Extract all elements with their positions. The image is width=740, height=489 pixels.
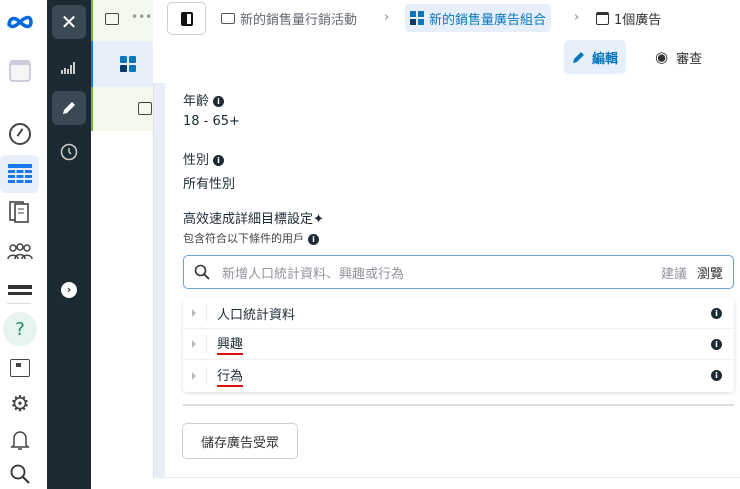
toggle-panel-button[interactable]	[167, 2, 206, 35]
adset-grid-icon	[410, 11, 424, 25]
tree-item-adset[interactable]	[91, 41, 153, 87]
targeting-search-input[interactable]: 新增人口統計資料、興趣或行為 建議 瀏覽	[183, 255, 734, 289]
info-icon[interactable]: i	[711, 307, 722, 319]
info-icon[interactable]: i	[213, 155, 225, 166]
gender-label: 性別 i	[183, 149, 225, 168]
expand-triangle-icon	[192, 340, 196, 348]
breadcrumb-campaign[interactable]: 新的銷售量行銷活動	[221, 6, 357, 30]
meta-logo-icon[interactable]	[6, 8, 34, 36]
adset-grid-icon	[120, 56, 136, 72]
pencil-icon	[572, 52, 584, 63]
expand-triangle-icon	[192, 371, 196, 380]
divider	[183, 404, 734, 406]
save-audience-button[interactable]: 儲存廣告受眾	[182, 423, 298, 459]
category-behaviors[interactable]: 行為 i	[183, 360, 734, 391]
info-icon[interactable]: i	[711, 338, 722, 350]
audience-people-icon[interactable]	[6, 238, 34, 266]
info-icon[interactable]: i	[711, 370, 722, 381]
browse-link[interactable]: 瀏覽	[697, 263, 723, 282]
age-value: 18 - 65+	[183, 114, 240, 129]
close-icon: ✕	[60, 10, 78, 34]
edit-pencil-button[interactable]	[52, 91, 86, 125]
tree-item-campaign[interactable]: •••	[91, 0, 153, 41]
breadcrumb-ads[interactable]: 1個廣告	[596, 6, 661, 30]
chevron-right-icon: ›	[384, 10, 390, 25]
campaign-tree: •••	[91, 0, 153, 489]
close-button[interactable]: ✕	[52, 5, 86, 39]
chart-icon[interactable]	[52, 50, 86, 84]
table-icon[interactable]	[6, 160, 34, 188]
review-button[interactable]: ◉ 審查	[655, 40, 702, 74]
pages-icon[interactable]	[6, 198, 34, 226]
chevron-right-icon: ›	[574, 10, 580, 25]
info-icon[interactable]: i	[308, 233, 319, 245]
age-label: 年齡 i	[183, 90, 225, 109]
expand-chevron-icon[interactable]: ›	[52, 273, 86, 307]
more-icon[interactable]: •••	[131, 10, 152, 24]
help-icon[interactable]: ?	[3, 312, 37, 346]
info-icon[interactable]: i	[213, 96, 225, 107]
notifications-bell-icon[interactable]	[6, 426, 34, 454]
ad-icon	[596, 11, 609, 25]
divider	[165, 477, 740, 478]
pencil-icon	[63, 102, 75, 114]
sidebar-toggle-icon	[180, 11, 193, 26]
folder-icon	[221, 12, 235, 24]
category-demographics[interactable]: 人口統計資料 i	[183, 298, 734, 329]
search-icon	[194, 264, 210, 280]
suggest-link[interactable]: 建議	[661, 263, 687, 282]
targeting-category-list: 人口統計資料 i 興趣 i 行為 i	[183, 298, 734, 392]
include-label: 包含符合以下條件的用戶 i	[183, 230, 319, 246]
detailed-targeting-label: 高效速成詳細目標設定✦	[183, 212, 324, 227]
category-interests[interactable]: 興趣 i	[183, 329, 734, 360]
gender-value: 所有性別	[183, 177, 236, 192]
history-clock-icon[interactable]	[52, 135, 86, 169]
editor-tools-panel: ✕ ›	[47, 0, 91, 489]
browser-icon[interactable]	[6, 57, 34, 85]
folder-icon	[105, 13, 119, 25]
panel-divider	[153, 83, 165, 478]
news-icon[interactable]	[6, 354, 34, 382]
search-icon[interactable]	[6, 460, 34, 488]
dashboard-gauge-icon[interactable]	[6, 120, 34, 148]
ad-icon	[138, 102, 152, 115]
breadcrumb-adset[interactable]: 新的銷售量廣告組合	[405, 4, 552, 32]
settings-gear-icon[interactable]: ⚙	[6, 390, 34, 418]
edit-button[interactable]: 編輯	[564, 40, 626, 74]
eye-icon: ◉	[655, 48, 669, 66]
app-rail: ? ⚙	[0, 0, 47, 489]
expand-triangle-icon	[192, 309, 196, 317]
tree-item-ad[interactable]	[91, 87, 153, 131]
billing-card-icon[interactable]	[6, 276, 34, 304]
